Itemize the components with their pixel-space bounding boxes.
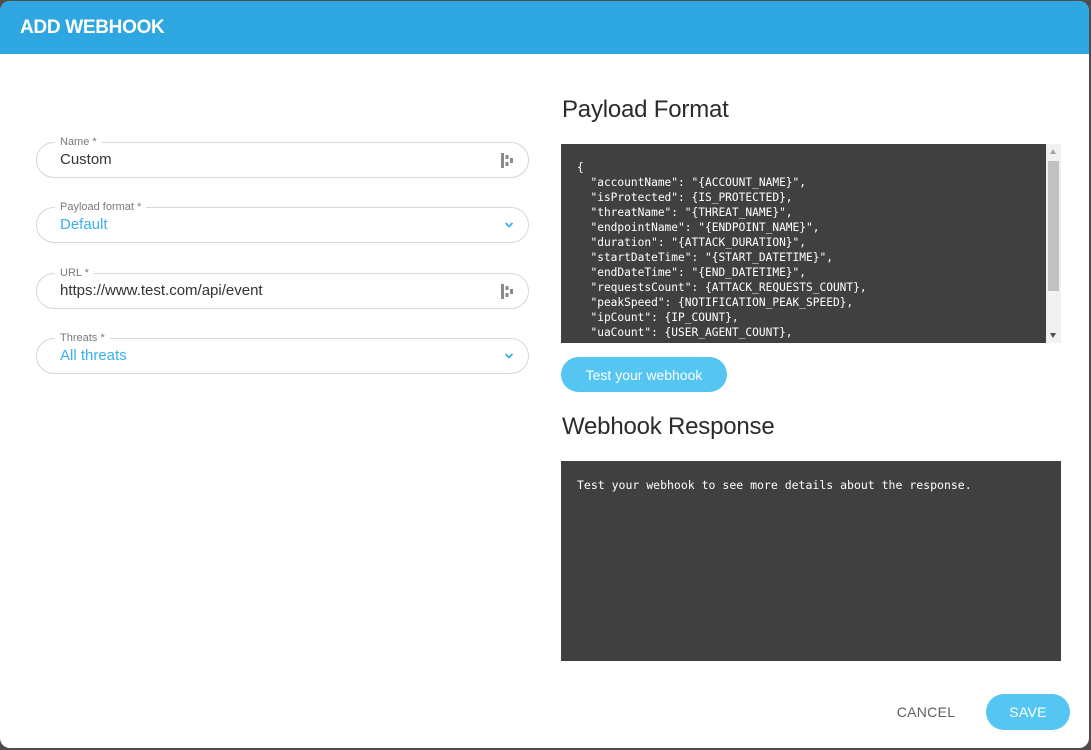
name-field[interactable]: Name * Custom: [36, 135, 529, 178]
password-manager-icon[interactable]: [501, 153, 513, 168]
scroll-up-arrow-icon[interactable]: [1050, 149, 1056, 154]
payload-code: { "accountName": "{ACCOUNT_NAME}", "isPr…: [577, 161, 867, 339]
name-field-label: Name *: [55, 135, 102, 149]
response-box: Test your webhook to see more details ab…: [561, 461, 1061, 661]
add-webhook-dialog: ADD WEBHOOK Name * Custom Payload format…: [0, 1, 1089, 748]
scroll-thumb[interactable]: [1048, 161, 1059, 291]
payload-format-select[interactable]: Payload format * Default: [36, 200, 529, 243]
password-manager-icon[interactable]: [501, 284, 513, 299]
threats-select[interactable]: Threats * All threats: [36, 331, 529, 374]
payload-format-value[interactable]: Default: [60, 216, 108, 233]
chevron-down-icon[interactable]: [504, 221, 514, 229]
payload-scrollbar[interactable]: [1046, 144, 1061, 343]
chevron-down-icon[interactable]: [504, 352, 514, 360]
threats-label: Threats *: [55, 331, 110, 345]
save-button[interactable]: SAVE: [986, 694, 1070, 730]
url-field-value[interactable]: https://www.test.com/api/event: [60, 282, 263, 299]
webhook-response-title: Webhook Response: [562, 413, 775, 440]
payload-format-title: Payload Format: [562, 96, 729, 123]
url-field-label: URL *: [55, 266, 94, 280]
dialog-title: ADD WEBHOOK: [20, 16, 165, 38]
dialog-header: ADD WEBHOOK: [0, 1, 1089, 54]
payload-format-label: Payload format *: [55, 200, 147, 214]
scroll-down-arrow-icon[interactable]: [1050, 333, 1056, 338]
cancel-button[interactable]: CANCEL: [884, 697, 968, 727]
url-field[interactable]: URL * https://www.test.com/api/event: [36, 266, 529, 309]
test-webhook-button[interactable]: Test your webhook: [561, 357, 727, 392]
payload-code-box[interactable]: { "accountName": "{ACCOUNT_NAME}", "isPr…: [561, 144, 1061, 343]
response-text: Test your webhook to see more details ab…: [577, 478, 972, 492]
threats-value[interactable]: All threats: [60, 347, 127, 364]
name-field-value[interactable]: Custom: [60, 151, 112, 168]
